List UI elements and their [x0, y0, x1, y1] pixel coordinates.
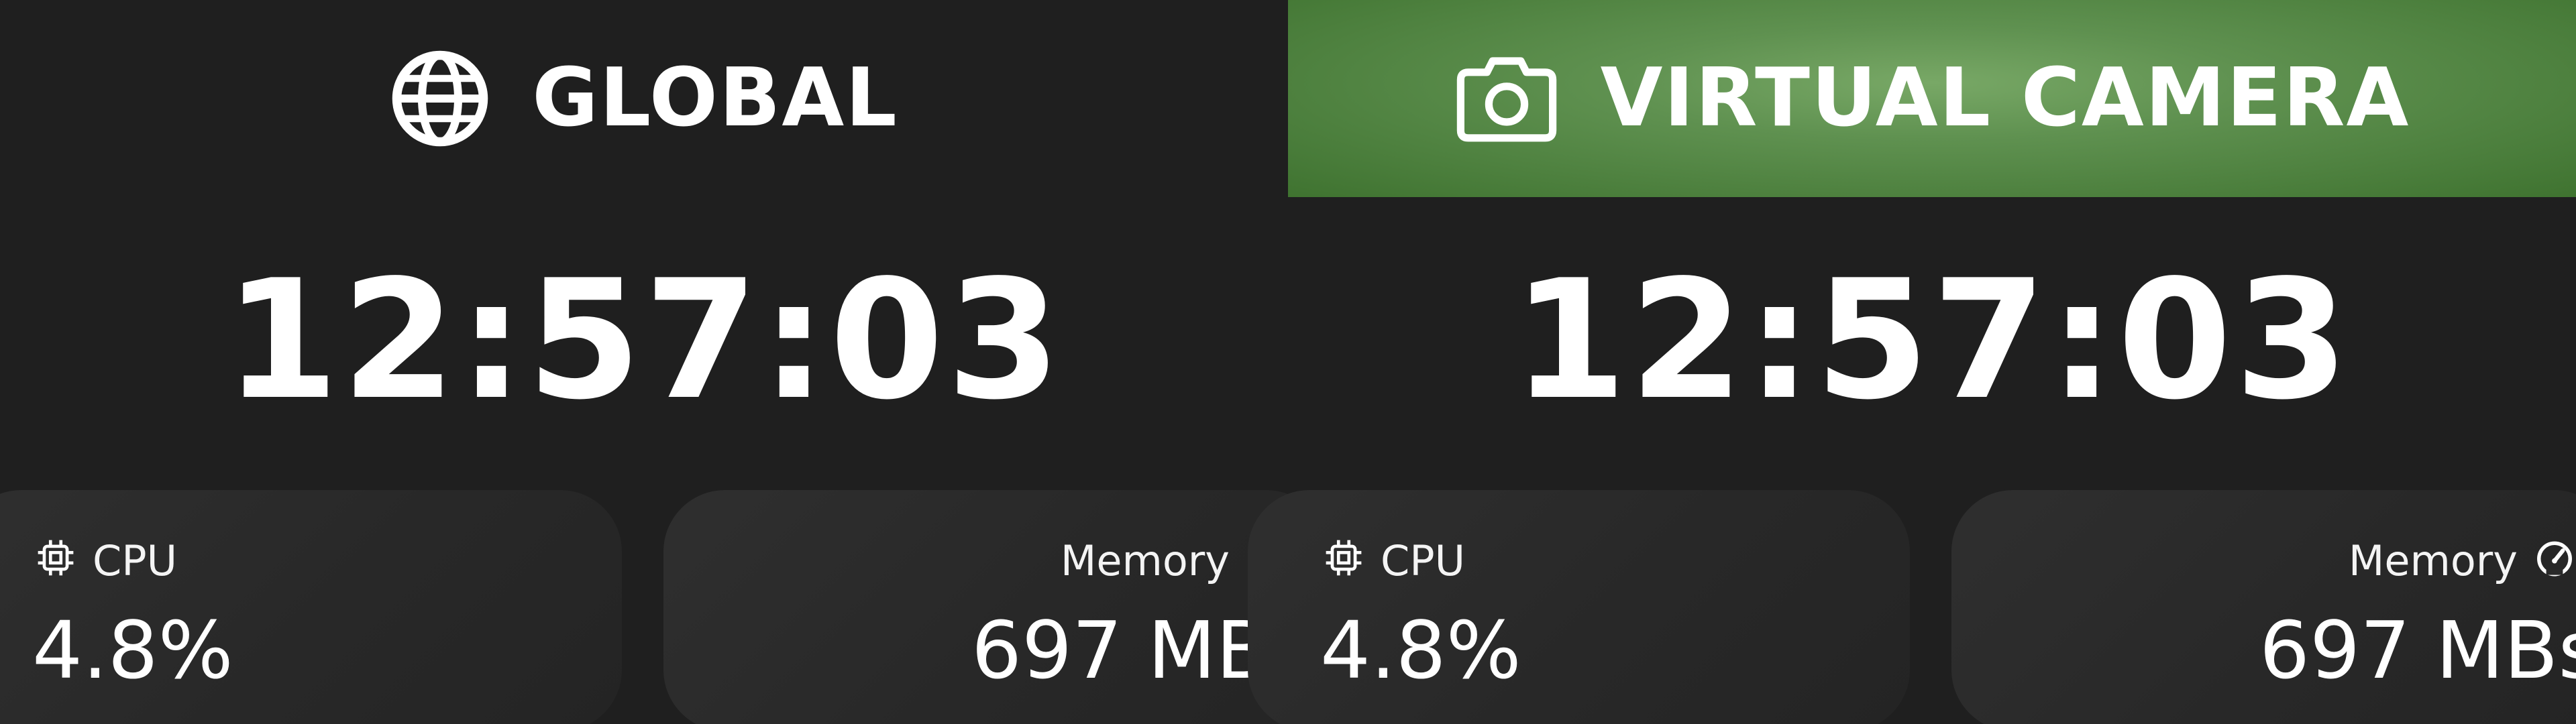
tab-global[interactable]: GLOBAL [0, 0, 1288, 197]
memory-value: 697 MBs [2259, 604, 2576, 697]
panel-virtual-camera: VIRTUAL CAMERA 12:57:03 CPU 4.8% Memory … [1248, 0, 2576, 724]
memory-label: Memory [1060, 536, 1230, 585]
camera-icon [1454, 52, 1559, 145]
tab-title: GLOBAL [532, 52, 898, 145]
cpu-card: CPU 4.8% [0, 490, 622, 724]
memory-label: Memory [2348, 536, 2518, 585]
globe-icon [390, 48, 490, 149]
stats-dashboard: GLOBAL 12:57:03 CPU 4.8% Memory 697 MBs … [0, 0, 2576, 724]
memory-card: Memory 697 MBs [1951, 490, 2576, 724]
cpu-value: 4.8% [1320, 604, 1521, 697]
tab-title: VIRTUAL CAMERA [1600, 52, 2410, 145]
cpu-value: 4.8% [32, 604, 233, 697]
clock-display: 12:57:03 [1512, 245, 2352, 436]
gauge-icon [2534, 537, 2575, 585]
cpu-card: CPU 4.8% [1248, 490, 1910, 724]
cpu-chip-icon [1323, 537, 1364, 585]
clock-display: 12:57:03 [224, 245, 1064, 436]
memory-card: Memory 697 MBs [663, 490, 1328, 724]
tab-virtual-camera[interactable]: VIRTUAL CAMERA [1288, 0, 2576, 197]
cpu-label: CPU [1381, 536, 1466, 585]
panel-global: GLOBAL 12:57:03 CPU 4.8% Memory 697 MBs [0, 0, 1328, 724]
cpu-label: CPU [93, 536, 178, 585]
cpu-chip-icon [35, 537, 76, 585]
